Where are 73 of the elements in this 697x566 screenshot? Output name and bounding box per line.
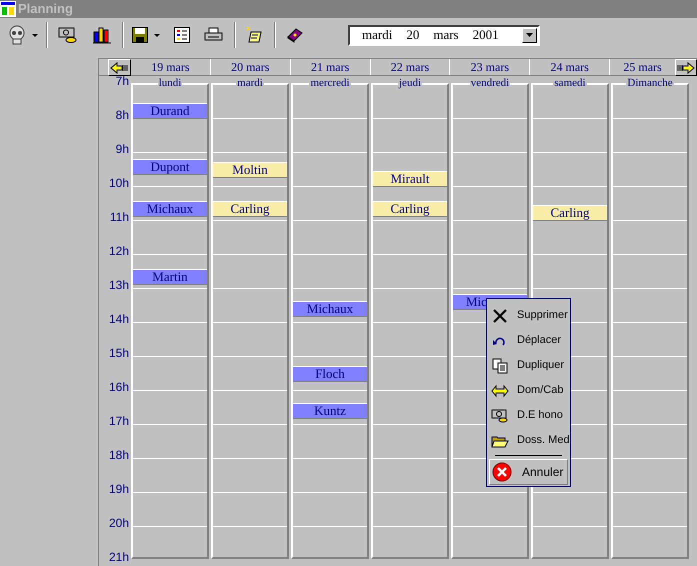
date-part: 2001 bbox=[472, 26, 499, 44]
day-name: samedi bbox=[553, 77, 587, 89]
menu-item[interactable]: Dom/Cab bbox=[489, 378, 568, 403]
appointment[interactable]: Michaux bbox=[133, 201, 207, 218]
copy-icon bbox=[492, 358, 508, 374]
hour-label: 16h bbox=[108, 379, 129, 395]
menu-item[interactable]: Dupliquer bbox=[489, 353, 568, 378]
dropdown-button[interactable] bbox=[522, 28, 537, 42]
menu-item[interactable]: Supprimer bbox=[489, 303, 568, 328]
date-header: 21 mars bbox=[290, 59, 371, 75]
menu-item[interactable]: Doss. Med bbox=[489, 428, 568, 453]
date-header: 23 mars bbox=[450, 59, 530, 75]
bar-chart-icon bbox=[92, 26, 112, 44]
appointment[interactable]: Mirault bbox=[373, 171, 447, 188]
caret-icon bbox=[154, 34, 160, 36]
day-name: jeudi bbox=[398, 77, 422, 89]
date-header: 24 mars bbox=[530, 59, 610, 75]
window-title: Planning bbox=[18, 0, 73, 18]
date-header: 22 mars bbox=[370, 59, 450, 75]
appointment[interactable]: Carling bbox=[533, 204, 607, 221]
date-part: mardi bbox=[362, 26, 392, 44]
hour-label: 9h bbox=[116, 141, 129, 157]
caret-icon bbox=[526, 33, 533, 37]
hour-label: 10h bbox=[108, 175, 129, 191]
list-icon bbox=[174, 27, 190, 43]
previous-week-button[interactable] bbox=[108, 59, 131, 76]
hour-label: 19h bbox=[108, 481, 129, 497]
hour-label: 20h bbox=[108, 515, 129, 531]
right-arrow-icon bbox=[676, 62, 695, 74]
appointment[interactable]: Dupont bbox=[133, 158, 207, 175]
appointment[interactable]: Michaux bbox=[293, 301, 367, 318]
double-arrow-icon bbox=[491, 384, 509, 398]
hour-label: 14h bbox=[108, 311, 129, 327]
menu-item[interactable]: D.E hono bbox=[489, 403, 568, 428]
cancel-button[interactable]: Annuler bbox=[489, 459, 568, 485]
date-header: 20 mars bbox=[210, 59, 291, 75]
caret-icon bbox=[32, 34, 38, 36]
scroll-icon bbox=[246, 26, 264, 44]
date-picker[interactable]: mardi 20 mars 2001 bbox=[348, 24, 540, 46]
app-icon bbox=[0, 1, 16, 17]
day-name: mercredi bbox=[309, 77, 351, 89]
left-arrow-icon bbox=[110, 62, 128, 74]
next-week-button[interactable] bbox=[675, 59, 697, 76]
cancel-icon bbox=[492, 462, 512, 482]
date-header: 25 mars bbox=[622, 59, 663, 75]
hour-label: 8h bbox=[116, 107, 129, 123]
appointment[interactable]: Carling bbox=[213, 201, 287, 218]
cross-icon bbox=[492, 308, 508, 324]
printer-icon bbox=[204, 27, 224, 43]
day-name: mardi bbox=[236, 77, 264, 89]
appointment[interactable]: Moltin bbox=[213, 162, 287, 178]
hour-label: 17h bbox=[108, 413, 129, 429]
day-name: vendredi bbox=[470, 77, 510, 89]
hour-label: 11h bbox=[110, 209, 129, 225]
appointment[interactable]: Martin bbox=[133, 269, 207, 286]
hour-label: 13h bbox=[108, 277, 129, 293]
hour-label: 18h bbox=[108, 447, 129, 463]
date-part: 20 bbox=[406, 26, 420, 44]
day-name: Dimanche bbox=[626, 77, 674, 89]
hour-label: 15h bbox=[108, 345, 129, 361]
hour-label: 12h bbox=[108, 243, 129, 259]
skull-icon bbox=[8, 25, 26, 45]
hour-label: 21h bbox=[108, 549, 129, 565]
appointment[interactable]: Floch bbox=[293, 366, 367, 382]
appointment[interactable]: Durand bbox=[133, 103, 207, 120]
date-header: 19 mars bbox=[130, 59, 211, 75]
appointment[interactable]: Kuntz bbox=[293, 402, 367, 419]
save-menu-button[interactable] bbox=[130, 27, 162, 43]
hour-label: 7h bbox=[116, 73, 129, 89]
day-name: lundi bbox=[158, 77, 182, 89]
menu-item[interactable]: Déplacer bbox=[489, 328, 568, 353]
date-part: mars bbox=[433, 26, 459, 44]
appointment[interactable]: Carling bbox=[373, 201, 447, 218]
